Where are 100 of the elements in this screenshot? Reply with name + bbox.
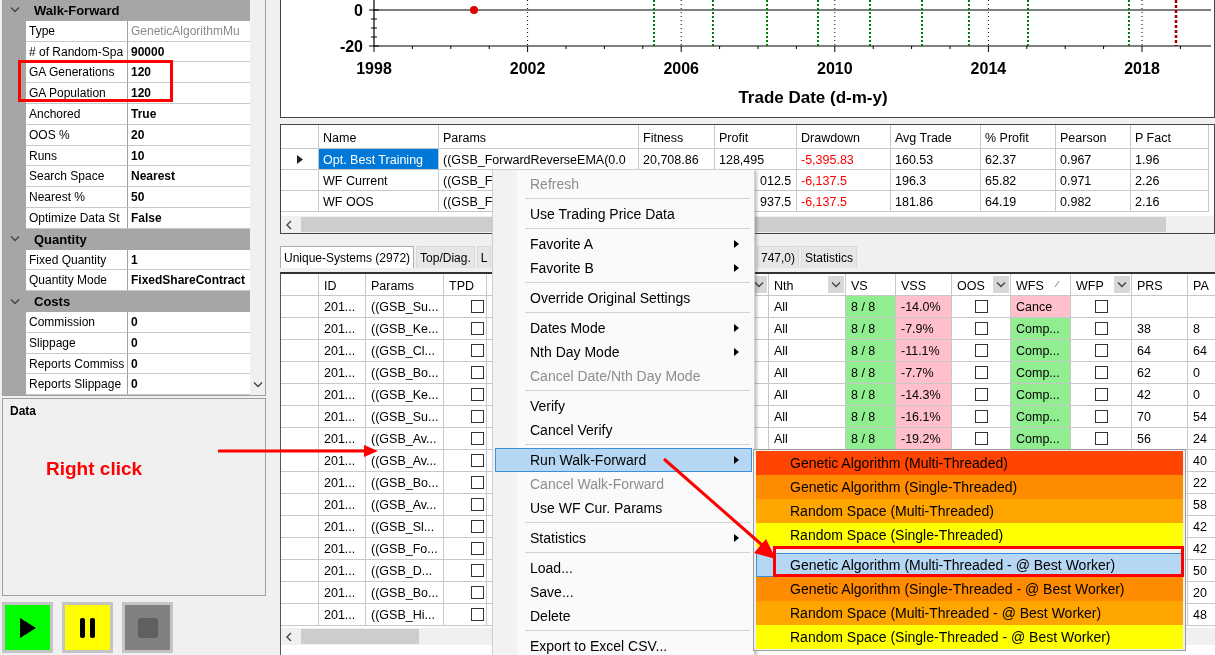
- table-cell: 40: [1188, 450, 1215, 472]
- property-name: Optimize Data St: [26, 207, 128, 229]
- axis-tick-label: 0: [354, 2, 363, 19]
- property-name: GA Population: [26, 83, 128, 104]
- table-cell: ((GSB_Su...: [366, 296, 444, 318]
- category-header: Walk-Forward: [34, 2, 120, 18]
- table-cell: ((GSB_Cl...: [366, 340, 444, 362]
- table-cell: 201...: [319, 296, 366, 318]
- table-cell: 0.967: [1056, 149, 1131, 170]
- table-cell: 201...: [319, 604, 366, 626]
- table-cell: 2.16: [1131, 191, 1209, 212]
- table-cell: 0: [1188, 384, 1215, 406]
- table-cell: 22: [1188, 472, 1215, 494]
- table-cell: 20: [1188, 582, 1215, 604]
- axis-title: Trade Date (d-m-y): [738, 88, 888, 107]
- table-cell: 64.19: [981, 191, 1056, 212]
- table-cell: -11.1%: [896, 340, 952, 362]
- axis-tick-label: 2010: [817, 60, 853, 77]
- table-cell: WF OOS: [319, 191, 439, 212]
- table-cell: ((GSB_Hi...: [366, 604, 444, 626]
- table-cell: -14.0%: [896, 296, 952, 318]
- table-cell: Opt. Best Training: [319, 149, 439, 170]
- table-cell: 8 / 8: [846, 362, 896, 384]
- table-cell: 8: [1188, 318, 1215, 340]
- category-header: Costs: [34, 294, 71, 310]
- annotation-label: Right click: [46, 458, 143, 480]
- table-cell: 64: [1132, 340, 1188, 362]
- table-cell: Comp...: [1011, 384, 1071, 406]
- table-cell: 0.971: [1056, 170, 1131, 191]
- table-cell: 8 / 8: [846, 340, 896, 362]
- table-cell: 65.82: [981, 170, 1056, 191]
- table-cell: ((GSB_Ke...: [366, 318, 444, 340]
- table-cell: 1.96: [1131, 149, 1209, 170]
- table-cell: 50: [1188, 560, 1215, 582]
- table-cell: 201...: [319, 318, 366, 340]
- table-cell: -6,137.5: [797, 170, 891, 191]
- property-name: # of Random-Spa: [26, 41, 128, 63]
- table-cell: ((GSB_Fo...: [366, 538, 444, 560]
- table-cell: WF Current: [319, 170, 439, 191]
- axis-tick-label: 2002: [509, 60, 546, 77]
- table-cell: Comp...: [1011, 340, 1071, 362]
- table-cell: 8 / 8: [846, 428, 896, 450]
- table-cell: 54: [1188, 406, 1215, 428]
- table-cell: -14.3%: [896, 384, 952, 406]
- table-cell: ((GSB_Ke...: [366, 384, 444, 406]
- table-cell: -7.9%: [896, 318, 952, 340]
- table-cell: 42: [1188, 538, 1215, 560]
- table-cell: Comp...: [1011, 428, 1071, 450]
- table-cell: -5,395.83: [797, 149, 891, 170]
- table-cell: 62: [1132, 362, 1188, 384]
- table-cell: 201...: [319, 538, 366, 560]
- table-cell: 42: [1188, 516, 1215, 538]
- table-cell: 201...: [319, 384, 366, 406]
- table-cell: 64: [1188, 340, 1215, 362]
- property-name: Reports Slippage: [26, 374, 128, 396]
- property-name: Commission: [26, 311, 128, 333]
- table-cell: Comp...: [1011, 362, 1071, 384]
- panel-title: Data: [10, 404, 37, 418]
- table-cell: 201...: [319, 516, 366, 538]
- table-cell: 48: [1188, 604, 1215, 626]
- table-cell: ((GSB_Av...: [366, 494, 444, 516]
- axis-tick-label: 1998: [356, 60, 392, 77]
- table-cell: 2.26: [1131, 170, 1209, 191]
- table-cell: 160.53: [891, 149, 981, 170]
- table-cell: 201...: [319, 582, 366, 604]
- table-cell: 8 / 8: [846, 318, 896, 340]
- table-cell: 201...: [319, 406, 366, 428]
- table-cell: 0: [1188, 362, 1215, 384]
- category-header: Quantity: [34, 231, 87, 247]
- property-name: Slippage: [26, 332, 128, 354]
- table-cell: 38: [1132, 318, 1188, 340]
- table-cell: 0.982: [1056, 191, 1131, 212]
- table-cell: 24: [1188, 428, 1215, 450]
- table-cell: -6,137.5: [797, 191, 891, 212]
- axis-tick-label: 2006: [663, 60, 699, 77]
- table-cell: 201...: [319, 494, 366, 516]
- table-cell: 70: [1132, 406, 1188, 428]
- table-cell: 201...: [319, 340, 366, 362]
- table-cell: -16.1%: [896, 406, 952, 428]
- table-cell: ((GSB_D...: [366, 560, 444, 582]
- table-cell: ((GSB_Bo...: [366, 472, 444, 494]
- property-name: Type: [26, 20, 128, 42]
- table-cell: Cance: [1011, 296, 1071, 318]
- axis-tick-label: 2014: [970, 60, 1007, 77]
- table-cell: -7.7%: [896, 362, 952, 384]
- property-name: OOS %: [26, 124, 128, 146]
- table-cell: 8 / 8: [846, 406, 896, 428]
- table-cell: 201...: [319, 560, 366, 582]
- property-name: Anchored: [26, 104, 128, 125]
- table-cell: Comp...: [1011, 406, 1071, 428]
- property-name: Quantity Mode: [26, 270, 128, 292]
- table-cell: -19.2%: [896, 428, 952, 450]
- table-cell: ((GSB_Bo...: [366, 362, 444, 384]
- table-cell: 181.86: [891, 191, 981, 212]
- table-cell: 196.3: [891, 170, 981, 191]
- table-cell: ((GSB_Bo...: [366, 582, 444, 604]
- table-cell: ((GSB_Su...: [366, 406, 444, 428]
- table-cell: 42: [1132, 384, 1188, 406]
- property-name: Nearest %: [26, 187, 128, 208]
- table-cell: ((GSB_Sl...: [366, 516, 444, 538]
